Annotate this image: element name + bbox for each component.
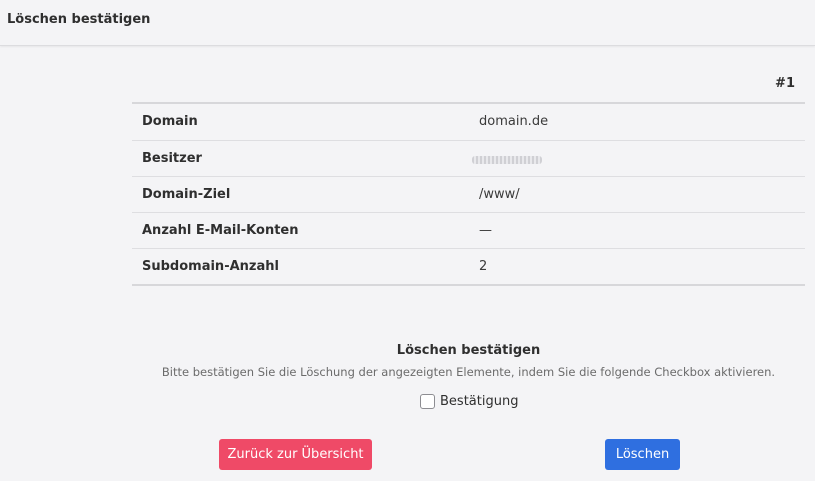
row-value: 2	[479, 259, 488, 274]
confirm-heading: Löschen bestätigen	[396, 343, 541, 358]
table-row-email-accounts: Anzahl E-Mail-Konten —	[132, 212, 805, 248]
row-label: Anzahl E-Mail-Konten	[142, 223, 299, 238]
table-row-owner: Besitzer	[132, 140, 805, 176]
row-label: Besitzer	[142, 151, 202, 166]
row-label: Domain-Ziel	[142, 187, 231, 202]
delete-button[interactable]: Löschen	[605, 439, 680, 470]
column-header-index: #1	[775, 76, 795, 91]
redacted-owner-value	[472, 156, 542, 164]
page-title: Löschen bestätigen	[7, 12, 151, 27]
checkbox-box[interactable]	[420, 393, 435, 409]
confirm-checkbox-label[interactable]: Bestätigung	[440, 394, 518, 409]
confirm-checkbox[interactable]: Bestätigung	[420, 391, 518, 411]
row-label: Subdomain-Anzahl	[142, 259, 279, 274]
table-row-domain: Domain domain.de	[132, 104, 805, 140]
row-label: Domain	[142, 114, 198, 129]
table-row-domain-target: Domain-Ziel /www/	[132, 176, 805, 212]
row-value: —	[479, 223, 492, 238]
detail-table: Domain domain.de Besitzer Domain-Ziel /w…	[132, 102, 805, 286]
back-to-overview-button[interactable]: Zurück zur Übersicht	[219, 439, 372, 470]
row-value: /www/	[479, 187, 520, 202]
page-header: Löschen bestätigen	[0, 0, 815, 46]
row-value: domain.de	[479, 114, 549, 129]
confirm-description: Bitte bestätigen Sie die Löschung der an…	[161, 365, 776, 379]
table-row-subdomains: Subdomain-Anzahl 2	[132, 248, 805, 284]
